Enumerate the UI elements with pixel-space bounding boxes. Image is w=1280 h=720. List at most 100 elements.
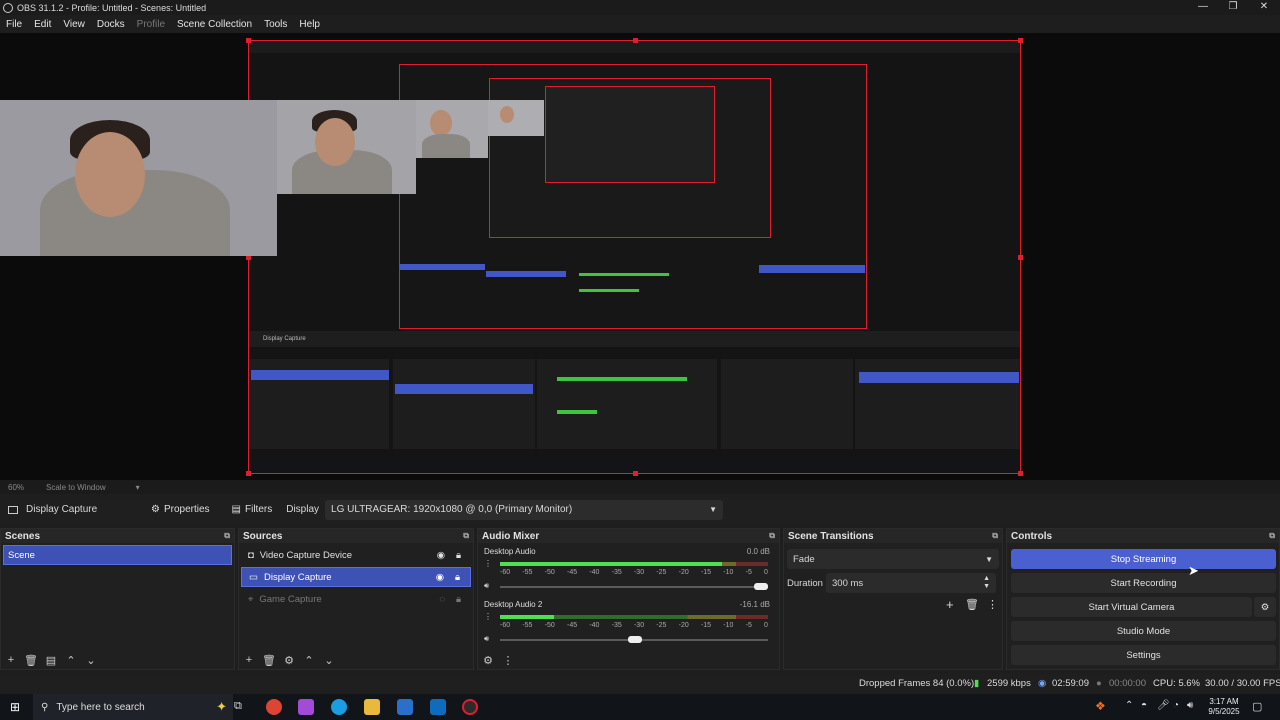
undock-icon[interactable]: ⧉ xyxy=(463,531,469,541)
menu-docks[interactable]: Docks xyxy=(91,19,131,30)
volume-knob[interactable] xyxy=(754,583,768,590)
store-icon[interactable] xyxy=(397,699,413,715)
nested-meter-2 xyxy=(579,289,639,292)
add-icon[interactable]: + xyxy=(3,654,19,667)
eye-hidden-icon[interactable]: ◌ xyxy=(439,594,445,605)
add-icon[interactable]: + xyxy=(946,597,954,612)
source-item[interactable]: ▭ Display Capture ◉ 🔒︎ xyxy=(241,567,471,587)
stop-streaming-button[interactable]: Stop Streaming xyxy=(1011,549,1276,569)
meter-tick-label: 0 xyxy=(764,622,768,629)
controls-dock: Controls ⧉ Stop Streaming Start Recording… xyxy=(1006,528,1280,670)
taskbar-search[interactable]: ⚲ Type here to search ✦ xyxy=(33,694,233,720)
menu-file[interactable]: File xyxy=(0,19,28,30)
volume-slider[interactable] xyxy=(500,636,768,643)
nested-stop-streaming xyxy=(759,265,865,273)
move-down-icon[interactable]: ⌄ xyxy=(321,654,337,667)
settings-button[interactable]: Settings xyxy=(1011,645,1276,665)
spin-arrows-icon[interactable]: ▲ ▼ xyxy=(983,575,990,591)
outlook-icon[interactable] xyxy=(430,699,446,715)
resize-handle[interactable] xyxy=(1018,471,1023,476)
gear-icon[interactable]: ⚙ xyxy=(281,654,297,667)
eye-icon[interactable]: ◉ xyxy=(437,550,445,561)
source-item[interactable]: ⌖ Game Capture ◌ 🔒︎ xyxy=(241,589,471,609)
speaker-icon[interactable]: 🔊︎ xyxy=(484,581,489,591)
resize-handle[interactable] xyxy=(633,471,638,476)
resize-handle[interactable] xyxy=(1018,38,1023,43)
transition-select[interactable]: Fade ▼ xyxy=(787,549,999,569)
start-virtual-camera-button[interactable]: Start Virtual Camera xyxy=(1011,597,1252,617)
add-icon[interactable]: + xyxy=(241,654,257,667)
copilot-icon[interactable] xyxy=(298,699,314,715)
tray-app-icon[interactable]: ◓ xyxy=(1141,700,1147,711)
tray-app-icon[interactable]: ❖ xyxy=(1095,699,1106,713)
meter-tick-label: -5 xyxy=(745,569,752,576)
scale-mode[interactable]: Scale to Window xyxy=(46,483,106,492)
kebab-menu-icon[interactable]: ⋮ xyxy=(484,559,492,568)
scene-item[interactable]: Scene xyxy=(3,545,232,565)
obs-icon[interactable] xyxy=(462,699,478,715)
duration-spinbox[interactable]: 300 ms ▲ ▼ xyxy=(826,573,996,593)
properties-button[interactable]: ⚙ Properties xyxy=(143,500,218,520)
volume-icon[interactable]: 🔊︎ xyxy=(1187,700,1193,711)
trash-icon[interactable]: 🗑 xyxy=(23,654,39,667)
windows-start-icon[interactable]: ⊞ xyxy=(10,700,20,714)
studio-mode-button[interactable]: Studio Mode xyxy=(1011,621,1276,641)
move-down-icon[interactable]: ⌄ xyxy=(83,654,99,667)
source-item[interactable]: ◘ Video Capture Device ◉ 🔒︎ xyxy=(241,545,471,565)
preview-canvas[interactable]: Display Capture xyxy=(0,33,1280,480)
menu-scene-collection[interactable]: Scene Collection xyxy=(171,19,258,30)
gear-icon[interactable]: ⚙ xyxy=(480,654,496,667)
lock-icon[interactable]: 🔒︎ xyxy=(455,572,460,583)
file-explorer-icon[interactable] xyxy=(364,699,380,715)
meter-tick-label: -60 xyxy=(500,569,511,576)
restore-button[interactable]: ❐ xyxy=(1218,0,1248,15)
chevron-down-icon[interactable]: ▾ xyxy=(136,483,140,492)
virtual-camera-settings-button[interactable]: ⚙ xyxy=(1254,597,1276,617)
undock-icon[interactable]: ⧉ xyxy=(769,531,775,541)
move-up-icon[interactable]: ⌃ xyxy=(301,654,317,667)
meter-ticks: -60 -55 -50 -45 -40 -35 -30 -25 -20 -15 -10 -5 0 xyxy=(500,622,768,629)
task-view-icon[interactable]: ⧉ xyxy=(234,700,242,713)
volume-knob[interactable] xyxy=(628,636,643,643)
lock-icon[interactable]: 🔒︎ xyxy=(456,594,461,605)
close-button[interactable]: ✕ xyxy=(1249,0,1279,15)
menu-tools[interactable]: Tools xyxy=(258,19,293,30)
display-select[interactable]: LG ULTRAGEAR: 1920x1080 @ 0,0 (Primary M… xyxy=(325,499,724,520)
tray-chevron-up-icon[interactable]: ⌃ xyxy=(1125,700,1133,711)
menu-view[interactable]: View xyxy=(57,19,91,30)
move-up-icon[interactable]: ⌃ xyxy=(63,654,79,667)
notification-icon[interactable]: ▢ xyxy=(1252,700,1262,713)
mixer-header: Audio Mixer ⧉ xyxy=(478,529,779,543)
trash-icon[interactable]: 🗑 xyxy=(261,654,277,667)
volume-slider[interactable] xyxy=(500,583,768,590)
eye-icon[interactable]: ◉ xyxy=(436,572,444,583)
chrome-icon[interactable] xyxy=(266,699,282,715)
resize-handle[interactable] xyxy=(246,471,251,476)
start-recording-button[interactable]: Start Recording xyxy=(1011,573,1276,593)
undock-icon[interactable]: ⧉ xyxy=(1269,531,1275,541)
minimize-button[interactable]: — xyxy=(1188,0,1218,15)
resize-handle[interactable] xyxy=(633,38,638,43)
lock-icon[interactable]: 🔒︎ xyxy=(456,550,461,561)
resize-handle[interactable] xyxy=(246,38,251,43)
undock-icon[interactable]: ⧉ xyxy=(224,531,230,541)
speaker-icon[interactable]: 🔊︎ xyxy=(484,634,489,644)
menu-help[interactable]: Help xyxy=(293,19,326,30)
kebab-menu-icon[interactable]: ⋮ xyxy=(500,654,516,667)
stream-time: 02:59:09 xyxy=(1052,678,1089,689)
microphone-icon[interactable]: 🎤︎ xyxy=(1157,700,1170,711)
undock-icon[interactable]: ⧉ xyxy=(992,531,998,541)
filters-button[interactable]: ▤ Filters xyxy=(224,500,281,520)
edge-icon[interactable] xyxy=(331,699,347,715)
clock-time: 3:17 AM xyxy=(1209,697,1239,706)
resize-handle[interactable] xyxy=(1018,255,1023,260)
menu-edit[interactable]: Edit xyxy=(28,19,57,30)
kebab-menu-icon[interactable]: ⋮ xyxy=(987,598,998,611)
trash-icon[interactable]: 🗑 xyxy=(965,598,979,611)
clock[interactable]: 3:17 AM 9/5/2025 xyxy=(1203,697,1245,717)
menu-profile[interactable]: Profile xyxy=(131,19,171,30)
gear-icon: ⚙ xyxy=(151,504,160,515)
filter-icon[interactable]: ▤ xyxy=(43,654,59,667)
kebab-menu-icon[interactable]: ⋮ xyxy=(484,612,492,621)
wifi-icon[interactable]: ◔ xyxy=(1173,700,1179,711)
